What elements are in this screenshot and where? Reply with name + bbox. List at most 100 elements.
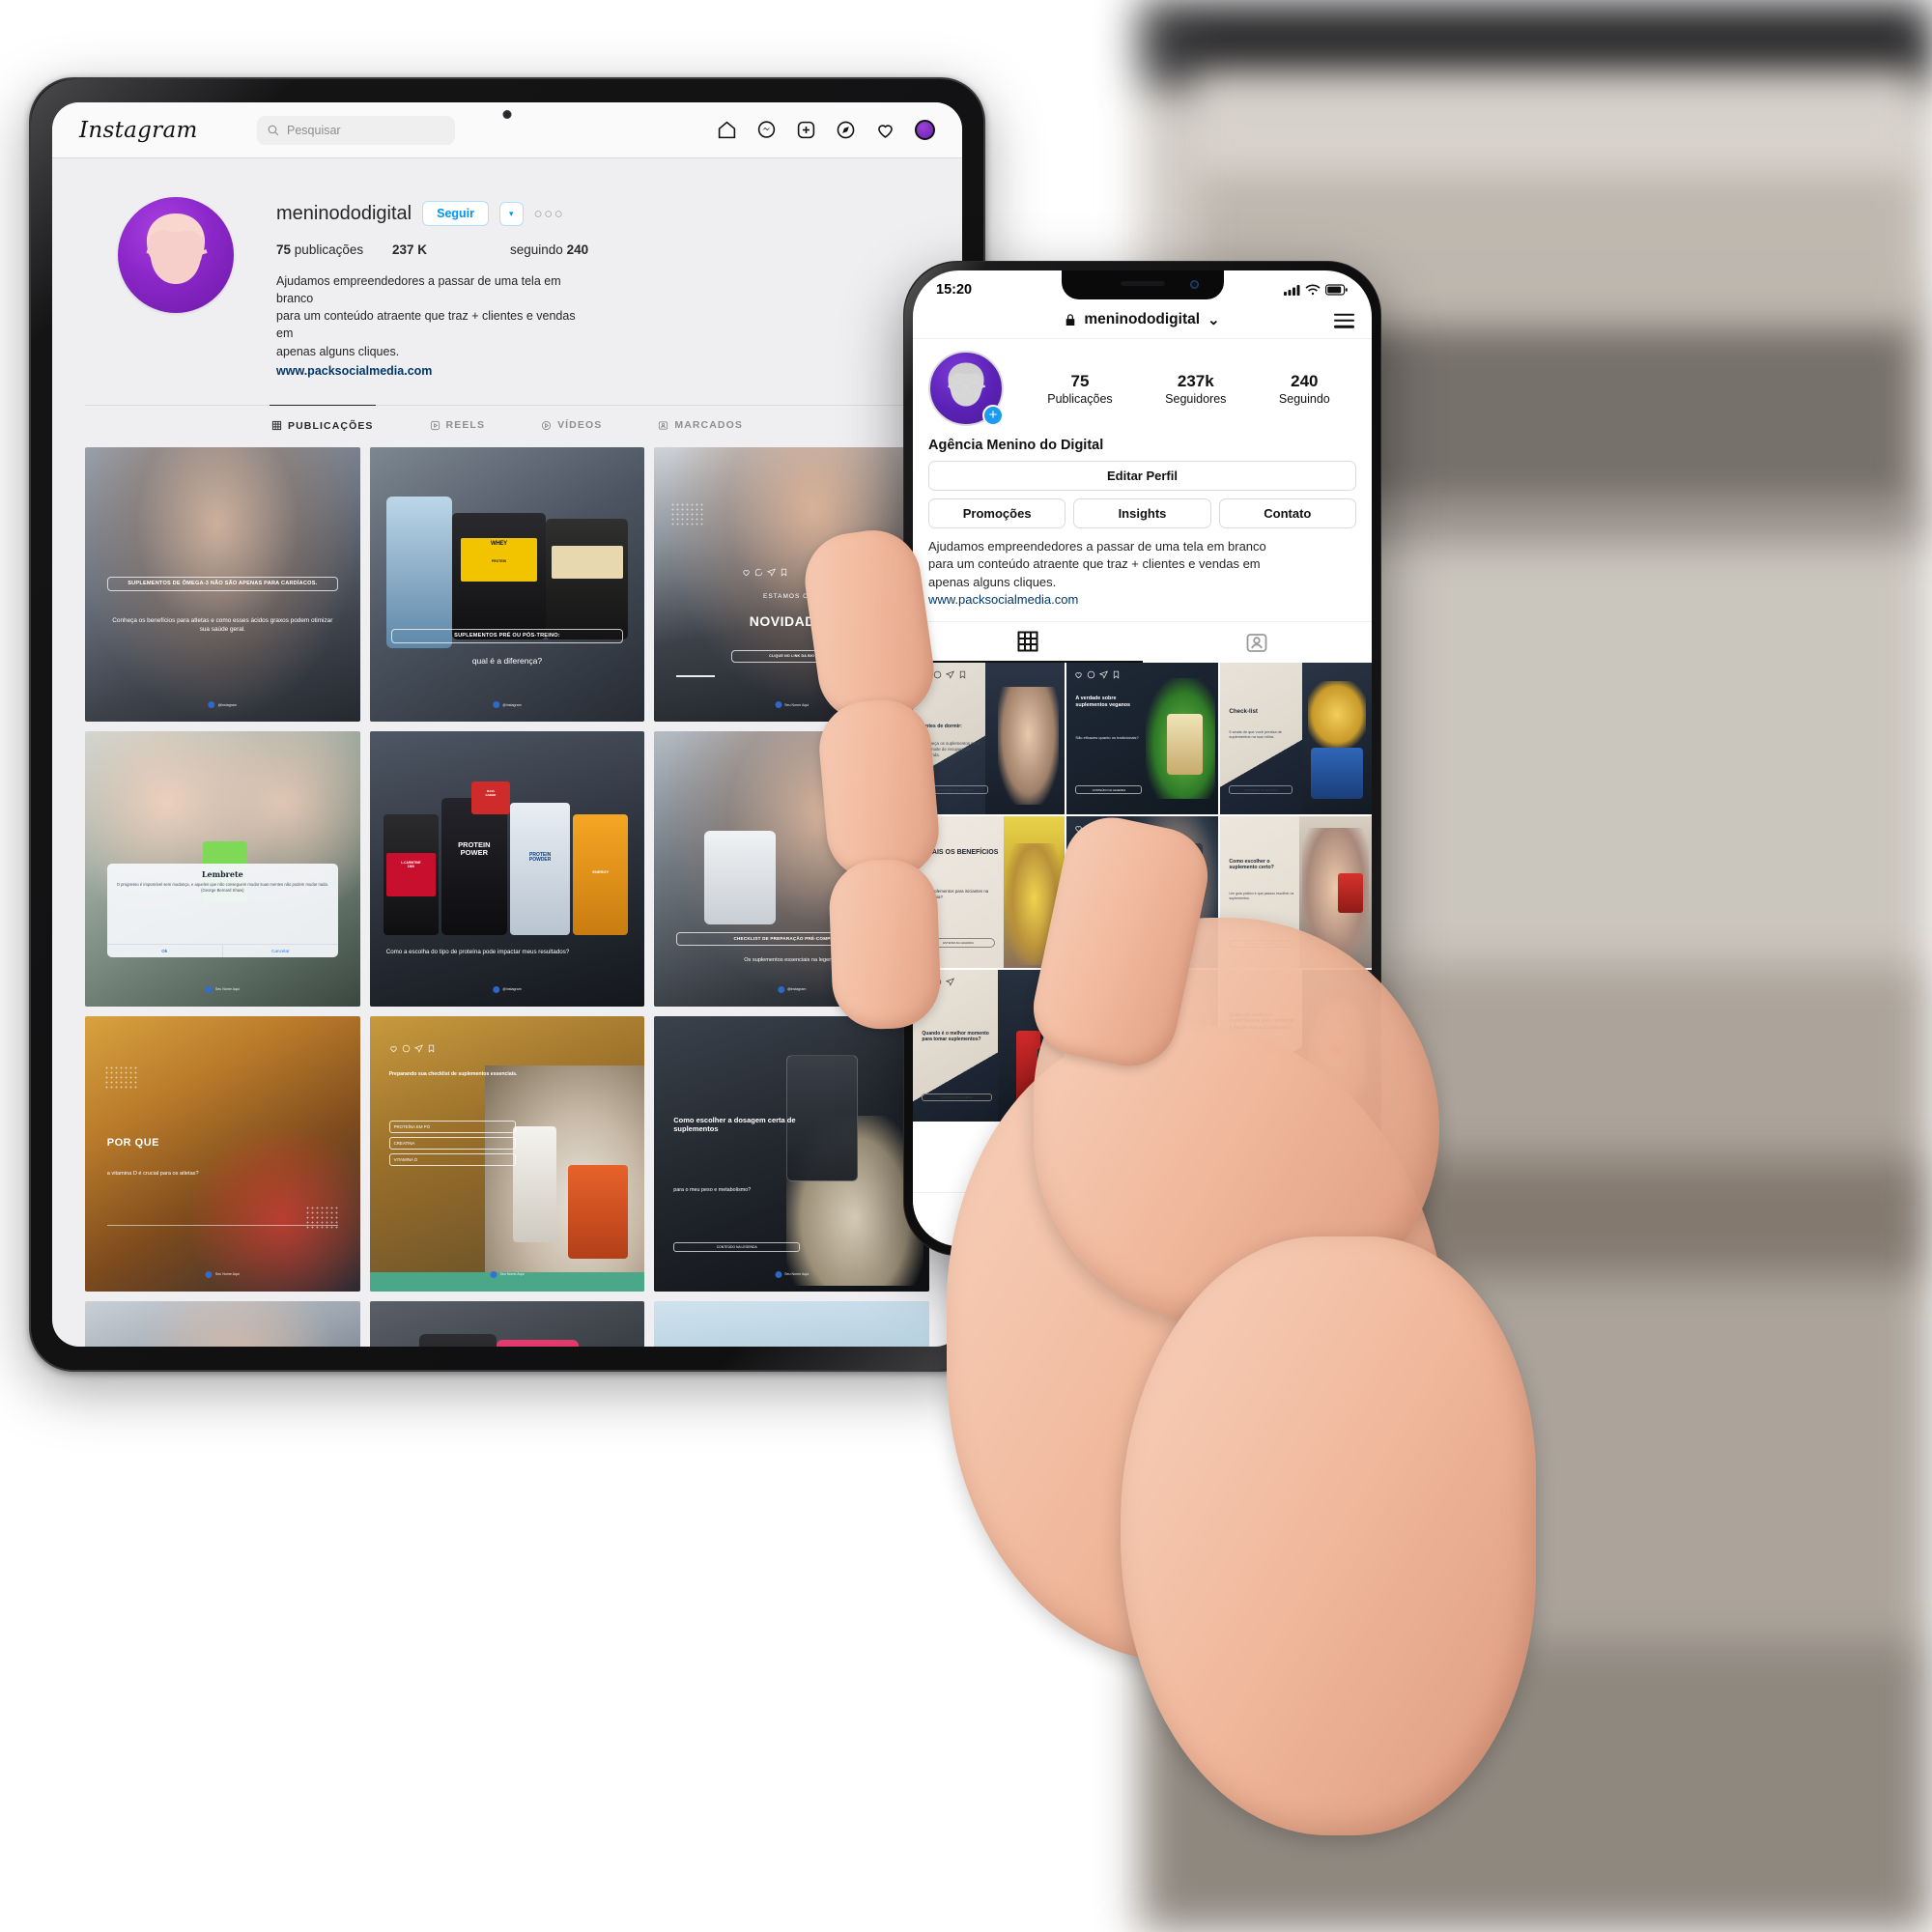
add-story-icon[interactable]: +: [982, 405, 1004, 426]
post-cta: CONTEÚDO NA LEGENDA: [1229, 940, 1293, 949]
edit-profile-button[interactable]: Editar Perfil: [928, 461, 1356, 491]
phone-username[interactable]: meninododigital: [1084, 311, 1200, 328]
tab-tagged[interactable]: [1143, 622, 1373, 663]
post-handle: Seu Nome Aqui: [775, 1270, 809, 1278]
grid-post[interactable]: ESTAMOS COM NOVIDADES CLIQUE NO LINK DA …: [654, 446, 929, 723]
video-icon: [541, 420, 552, 430]
tab-grid[interactable]: [913, 622, 1143, 663]
post-badge: SUPLEMENTOS PRÉ OU PÓS-TREINO:: [391, 628, 623, 643]
post-text: Os suplementos essenciais na legenda!: [744, 956, 840, 963]
phone-bio: Ajudamos empreendedores a passar de uma …: [913, 528, 1372, 610]
post-text: NOVIDADES: [749, 612, 835, 629]
grid-post[interactable]: Check-list 5 sinais de que você precisa …: [1220, 662, 1372, 814]
heart-icon: [389, 1045, 397, 1052]
bio-line-3: apenas alguns cliques.: [928, 574, 1057, 589]
profile-icon[interactable]: [1302, 1205, 1327, 1230]
grid-post[interactable]: Dos stories pro feed: Por que investir e…: [654, 1300, 929, 1347]
grid-post[interactable]: Como escolher o suplemento certo? Um gui…: [1220, 815, 1372, 968]
grid-post[interactable]: Checklist de antioxidantes: Proteja suas…: [1066, 969, 1218, 1122]
profile-website-link[interactable]: www.packsocialmedia.com: [276, 362, 595, 380]
post-title: Quando é o melhor momento para tomar sup…: [922, 1030, 989, 1042]
stat-followers[interactable]: 237k Seguidores: [1165, 372, 1226, 406]
heart-icon: [922, 671, 928, 678]
add-icon[interactable]: [1129, 1205, 1154, 1230]
post-text: qual é a diferença?: [471, 656, 543, 667]
tab-videos[interactable]: VÍDEOS: [539, 405, 604, 432]
post-badge: CHECKLIST DE PREPARAÇÃO PRÉ-COMPETIÇÃO:: [676, 932, 908, 947]
avatar[interactable]: +: [928, 351, 1004, 426]
grid-post[interactable]: Posso substituir refeições por shakes de…: [85, 1300, 360, 1347]
grid-post[interactable]: CHECKLIST DE PREPARAÇÃO PRÉ-COMPETIÇÃO: …: [654, 731, 929, 1008]
follow-dropdown-button[interactable]: ▾: [499, 201, 524, 226]
tab-publicacoes[interactable]: PUBLICAÇÕES: [270, 404, 376, 432]
comment-icon: [1087, 670, 1095, 678]
explore-icon[interactable]: [836, 120, 856, 140]
promocoes-button[interactable]: Promoções: [928, 498, 1066, 528]
post-handle: Seu Nome Aqui: [205, 985, 240, 993]
post-text: São eficazes quanto os tradicionais?: [1075, 735, 1139, 741]
insights-button[interactable]: Insights: [1073, 498, 1211, 528]
stat-following[interactable]: 240 Seguindo: [1279, 372, 1330, 406]
new-post-icon[interactable]: [796, 120, 816, 140]
share-icon: [945, 978, 954, 986]
search-icon[interactable]: [1043, 1205, 1068, 1230]
profile-username-row: meninododigital Seguir ▾ ○○○: [276, 201, 929, 226]
grid-post[interactable]: Quando é o melhor momento para tomar sup…: [913, 969, 1065, 1122]
post-text: a vitamina D é crucial para os atletas?: [106, 1170, 199, 1177]
grid-post[interactable]: Preparando sua checklist de suplementos …: [369, 1016, 645, 1292]
post-text: O progresso é impossível sem mudança, e …: [116, 882, 328, 893]
home-icon[interactable]: [957, 1205, 982, 1230]
chevron-down-icon[interactable]: ⌄: [1208, 311, 1220, 328]
more-options-icon[interactable]: ○○○: [534, 206, 565, 222]
post-handle: @instagram: [777, 985, 806, 993]
topbar-icons: [717, 120, 941, 140]
post-cta[interactable]: CLIQUE NO LINK DA BIO: [731, 650, 853, 664]
post-title: Checklist de antioxidantes: Proteja suas…: [1075, 993, 1147, 1009]
grid-post[interactable]: QUAIS OS BENEFÍCIOS dos suplementos para…: [913, 815, 1065, 968]
phone-profile-row: + 75 Publicações 237k Seguidores 240 Seg…: [913, 339, 1372, 430]
tagged-icon: [659, 421, 668, 430]
grid-post[interactable]: Como escolher a dosagem certa de supleme…: [654, 1016, 929, 1292]
hamburger-icon[interactable]: [1334, 313, 1354, 328]
grid-post[interactable]: Quais os melhores suplementos para melho…: [1220, 969, 1372, 1122]
grid-post[interactable]: L-CARNITINE 1500 PROTEIN POWER PROTEIN POWD…: [369, 731, 645, 1008]
grid-post[interactable]: Antes de dormir: Conheça os suplementos …: [913, 662, 1065, 814]
contato-button[interactable]: Contato: [1218, 498, 1356, 528]
tablet-device: Instagram Pesquisar meninododigital Segu…: [29, 77, 985, 1372]
grid-post[interactable]: SUPLEMENTOS DE ÔMEGA-3 NÃO SÃO APENAS PA…: [85, 446, 360, 723]
checklist-item: CREATINA: [388, 1137, 516, 1151]
messenger-icon[interactable]: [756, 120, 777, 140]
grid-post[interactable]: POR QUE a vitamina D é crucial para os a…: [85, 1016, 360, 1292]
stat-following[interactable]: seguindo 240: [510, 242, 588, 257]
heart-icon[interactable]: [1216, 1205, 1241, 1230]
grid-post[interactable]: A verdade sobre suplementos veganos São …: [1066, 662, 1218, 814]
search-input[interactable]: Pesquisar: [257, 115, 455, 145]
profile-avatar[interactable]: [915, 120, 935, 140]
stat-posts[interactable]: 75 publicações: [276, 242, 392, 257]
grid-post[interactable]: WHEY PROTEIN SUPLEMENTOS PRÉ OU PÓS-TREI…: [369, 446, 645, 723]
stat-label: Seguindo: [1278, 391, 1330, 406]
tab-reels[interactable]: REELS: [428, 405, 488, 432]
home-icon[interactable]: [717, 120, 737, 140]
grid-post[interactable]: Quais suplementos podem ajudar na recupe…: [1066, 815, 1218, 968]
tab-marcados[interactable]: MARCADOS: [656, 405, 745, 432]
stat-followers[interactable]: 237 K: [392, 242, 510, 257]
post-ok-button[interactable]: Ok: [107, 945, 222, 957]
phone-device: 15:20 meninododigital ⌄ + 75 Publicações…: [903, 261, 1381, 1256]
follow-button[interactable]: Seguir: [422, 201, 490, 226]
post-cancel-button[interactable]: Cancelar: [221, 944, 338, 957]
instagram-logo[interactable]: Instagram: [73, 118, 247, 143]
post-text: 5 sinais de que você precisa de suplemen…: [1229, 728, 1282, 740]
share-icon: [1098, 824, 1108, 833]
grid-post[interactable]: WHEY Como escolher entre suplementos líq…: [369, 1300, 645, 1347]
phone-profile-tabs: [913, 620, 1373, 663]
post-cta[interactable]: CONTEÚDO NA LEGENDA: [673, 1241, 801, 1252]
speaker-icon: [1120, 281, 1165, 286]
heart-icon[interactable]: [875, 120, 895, 140]
stat-posts[interactable]: 75 Publicações: [1047, 372, 1112, 406]
phone-screen: 15:20 meninododigital ⌄ + 75 Publicações…: [913, 270, 1372, 1246]
grid-post[interactable]: Lembrete O progresso é impossível sem mu…: [85, 731, 360, 1008]
wifi-icon: [1305, 284, 1321, 296]
avatar[interactable]: [118, 197, 234, 313]
phone-website-link[interactable]: www.packsocialmedia.com: [928, 591, 1356, 609]
